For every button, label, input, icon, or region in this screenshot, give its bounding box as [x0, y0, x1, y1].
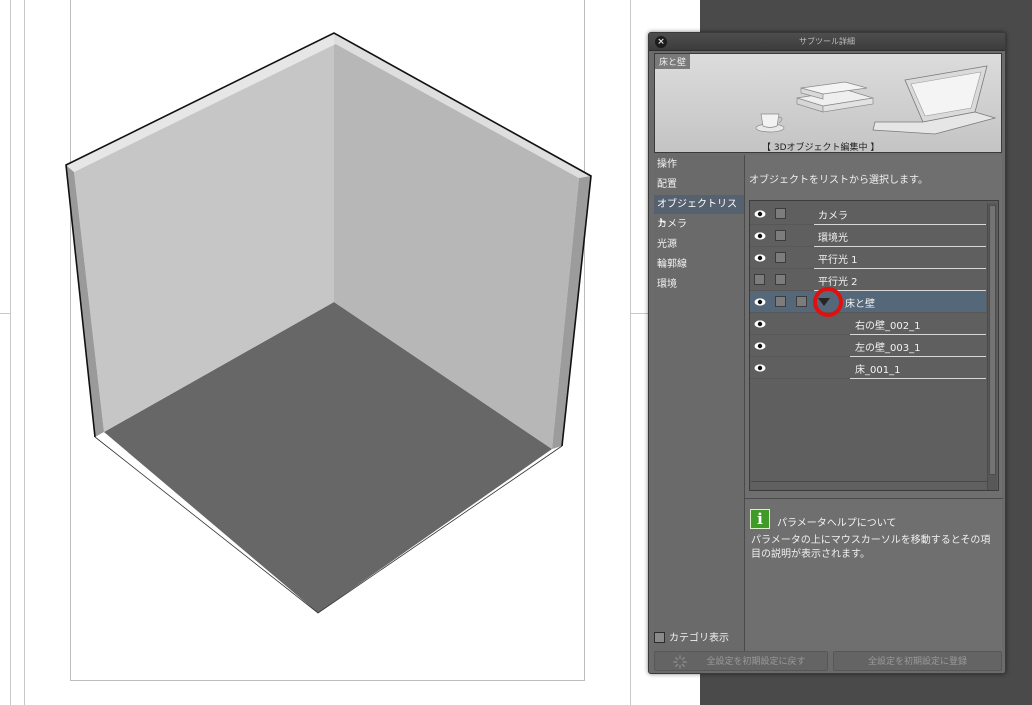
category-environment[interactable]: 環境 [654, 275, 744, 294]
eye-icon[interactable] [754, 230, 766, 242]
eye-icon[interactable] [754, 362, 766, 374]
preview-subtool-name: 床と壁 [655, 54, 691, 69]
eye-icon[interactable] [754, 208, 766, 220]
lock-checkbox[interactable] [775, 230, 786, 241]
object-list-description: オブジェクトをリストから選択します。 [749, 175, 928, 186]
canvas-area[interactable] [0, 0, 648, 705]
category-outline[interactable]: 輪郭線 [654, 255, 744, 274]
category-display-checkbox[interactable] [654, 632, 665, 643]
object-name: 環境光 [818, 233, 848, 244]
visibility-toggle-off[interactable] [754, 274, 765, 285]
scrollbar-thumb[interactable] [989, 205, 996, 475]
object-name: 左の壁_003_1 [855, 343, 921, 354]
category-display-label: カテゴリ表示 [669, 633, 729, 644]
category-light-source[interactable]: 光源 [654, 235, 744, 254]
panel-titlebar[interactable]: × サブツール詳細 [649, 33, 1005, 51]
object-name: カメラ [818, 211, 848, 222]
reset-all-settings-button[interactable]: 全設定を初期設定に戻す [654, 651, 828, 671]
object-list: カメラ 環境光 平行光 1 平行光 2 床と壁 右の壁_002_1 左の壁_00… [749, 200, 999, 491]
list-item[interactable]: 平行光 1 [750, 247, 986, 269]
guide-line [24, 0, 25, 705]
reset-spinner-icon [673, 655, 687, 669]
detail-content: オブジェクトをリストから選択します。 カメラ 環境光 平行光 1 平行光 2 床… [744, 155, 1003, 651]
category-display-toggle[interactable]: カテゴリ表示 [654, 631, 729, 647]
panel-footer: 全設定を初期設定に戻す 全設定を初期設定に登録 [654, 651, 1002, 671]
eye-icon[interactable] [754, 252, 766, 264]
object-name: 平行光 2 [818, 277, 858, 288]
list-item[interactable]: 環境光 [750, 225, 986, 247]
lock-checkbox[interactable] [775, 252, 786, 263]
eye-icon[interactable] [754, 318, 766, 330]
list-item[interactable]: 平行光 2 [750, 269, 986, 291]
lock-checkbox[interactable] [775, 296, 786, 307]
info-icon: i [750, 509, 770, 529]
category-list: 操作 配置 オブジェクトリスト カメラ 光源 輪郭線 環境 [654, 155, 744, 651]
eye-icon[interactable] [754, 296, 766, 308]
lock-checkbox[interactable] [775, 274, 786, 285]
category-object-list[interactable]: オブジェクトリスト [654, 195, 744, 229]
category-operation[interactable]: 操作 [654, 155, 744, 174]
object-name: 右の壁_002_1 [855, 321, 921, 332]
row-divider [850, 378, 986, 379]
list-item-selected[interactable]: 床と壁 [750, 287, 986, 317]
panel-title: サブツール詳細 [799, 37, 855, 46]
object-name: 平行光 1 [818, 255, 858, 266]
object-name: 床と壁 [845, 299, 875, 310]
eye-icon[interactable] [754, 340, 766, 352]
guide-line [630, 313, 648, 314]
subtool-preview: 床と壁 【 3Dオブジェクト編集中 】 [654, 53, 1002, 153]
category-placement[interactable]: 配置 [654, 175, 744, 194]
list-item[interactable]: 右の壁_002_1 [750, 313, 986, 335]
lock-checkbox[interactable] [775, 208, 786, 219]
guide-line [10, 0, 11, 705]
list-item[interactable]: 床_001_1 [750, 357, 986, 379]
preview-illustration [755, 65, 997, 135]
help-title: パラメータヘルプについて [777, 518, 897, 529]
horizontal-scrollbar[interactable] [751, 481, 987, 489]
edit-checkbox[interactable] [796, 296, 807, 307]
room-3d-object[interactable] [60, 25, 600, 620]
guide-line [630, 0, 631, 705]
preview-caption: 【 3Dオブジェクト編集中 】 [762, 143, 880, 153]
parameter-help: i パラメータヘルプについて パラメータの上にマウスカーソルを移動するとその項目… [745, 498, 1003, 651]
list-item[interactable]: カメラ [750, 203, 986, 225]
subtool-detail-panel: × サブツール詳細 床と壁 【 3Dオブジェクト編集中 】 操作 配置 オブジェ… [648, 32, 1006, 674]
reset-all-settings-label: 全設定を初期設定に戻す [706, 657, 806, 667]
guide-line [0, 313, 10, 314]
category-camera[interactable]: カメラ [654, 215, 744, 234]
object-name: 床_001_1 [855, 365, 901, 376]
help-body: パラメータの上にマウスカーソルを移動するとその項目の説明が表示されます。 [751, 535, 991, 560]
list-item[interactable]: 左の壁_003_1 [750, 335, 986, 357]
register-all-settings-button[interactable]: 全設定を初期設定に登録 [833, 651, 1002, 671]
vertical-scrollbar[interactable] [987, 203, 997, 490]
